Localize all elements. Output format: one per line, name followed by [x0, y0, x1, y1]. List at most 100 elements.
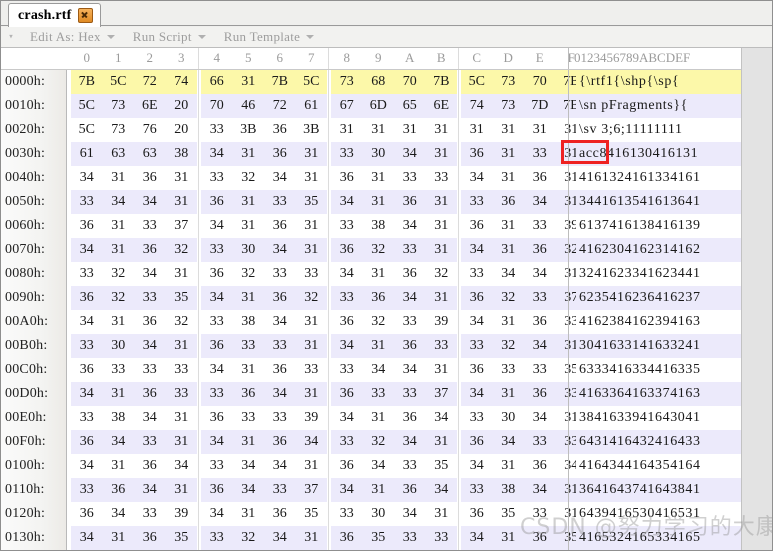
ascii-text[interactable]: 6333416334416335 — [576, 358, 742, 382]
hex-row[interactable]: 0060h: 36 31 33 37 34 31 36 31 33 38 34 31 36 31 33 39 61… — [1, 214, 772, 238]
hex-byte[interactable]: 36 — [461, 142, 493, 166]
hex-byte[interactable]: 31 — [295, 214, 327, 238]
hex-byte[interactable]: 33 — [394, 382, 426, 406]
hex-byte[interactable]: 31 — [362, 118, 394, 142]
hex-byte[interactable]: 76 — [134, 118, 166, 142]
hex-byte[interactable]: 34 — [201, 502, 233, 526]
hex-byte[interactable]: 36 — [331, 166, 363, 190]
hex-byte[interactable]: 31 — [102, 166, 134, 190]
hex-byte[interactable]: 36 — [331, 238, 363, 262]
hex-byte[interactable]: 36 — [201, 406, 233, 430]
hex-byte[interactable]: 31 — [295, 310, 327, 334]
ascii-text[interactable]: 4164344164354164 — [576, 454, 742, 478]
hex-byte[interactable]: 31 — [492, 310, 524, 334]
hex-byte[interactable]: 33 — [201, 310, 233, 334]
hex-byte[interactable]: 33 — [425, 526, 457, 550]
hex-byte[interactable]: 36 — [134, 310, 166, 334]
hex-byte[interactable]: 33 — [524, 286, 556, 310]
hex-row[interactable]: 0080h: 33 32 34 31 36 32 33 33 34 31 36 32 33 34 34 31 32… — [1, 262, 772, 286]
hex-byte[interactable]: 34 — [201, 286, 233, 310]
hex-byte[interactable]: 34 — [201, 142, 233, 166]
hex-byte[interactable]: 34 — [394, 142, 426, 166]
hex-byte[interactable]: 34 — [331, 334, 363, 358]
hex-byte[interactable]: 33 — [492, 358, 524, 382]
hex-byte[interactable]: 34 — [165, 454, 197, 478]
hex-byte[interactable]: 31 — [425, 214, 457, 238]
ascii-text[interactable]: 4162304162314162 — [576, 238, 742, 262]
hex-byte[interactable]: 36 — [134, 526, 166, 550]
hex-byte[interactable]: 31 — [295, 166, 327, 190]
hex-byte[interactable]: 33 — [425, 166, 457, 190]
hex-byte[interactable]: 34 — [102, 430, 134, 454]
hex-byte[interactable]: 31 — [165, 190, 197, 214]
hex-byte[interactable]: 34 — [232, 478, 264, 502]
hex-byte[interactable]: 33 — [134, 214, 166, 238]
hex-byte[interactable]: 35 — [295, 190, 327, 214]
hex-byte[interactable]: 31 — [524, 118, 556, 142]
hex-byte[interactable]: 34 — [134, 262, 166, 286]
hex-byte[interactable]: 34 — [264, 454, 296, 478]
hex-byte[interactable]: 36 — [394, 190, 426, 214]
ascii-text[interactable]: 3641643741643841 — [576, 478, 742, 502]
ascii-text[interactable]: 4162384162394163 — [576, 310, 742, 334]
hex-byte[interactable]: 33 — [461, 334, 493, 358]
hex-byte[interactable]: 36 — [201, 478, 233, 502]
hex-byte[interactable]: 34 — [492, 430, 524, 454]
hex-byte[interactable]: 34 — [524, 334, 556, 358]
hex-byte[interactable]: 5C — [71, 118, 103, 142]
hex-byte[interactable]: 6E — [425, 94, 457, 118]
hex-byte[interactable]: 34 — [71, 382, 103, 406]
hex-byte[interactable]: 33 — [461, 478, 493, 502]
hex-byte[interactable]: 31 — [232, 214, 264, 238]
hex-byte[interactable]: 37 — [165, 214, 197, 238]
run-script-dropdown[interactable]: Run Script — [124, 27, 215, 47]
ascii-text[interactable]: 3841633941643041 — [576, 406, 742, 430]
hex-byte[interactable]: 34 — [102, 190, 134, 214]
hex-byte[interactable]: 34 — [264, 382, 296, 406]
hex-byte[interactable]: 34 — [394, 214, 426, 238]
hex-byte[interactable]: 30 — [102, 334, 134, 358]
hex-byte[interactable]: 33 — [394, 454, 426, 478]
hex-byte[interactable]: 36 — [362, 286, 394, 310]
hex-byte[interactable]: 34 — [461, 166, 493, 190]
hex-byte[interactable]: 6E — [134, 94, 166, 118]
hex-byte[interactable]: 33 — [165, 358, 197, 382]
hex-byte[interactable]: 7B — [425, 70, 457, 94]
hex-byte[interactable]: 36 — [524, 526, 556, 550]
hex-byte[interactable]: 34 — [461, 454, 493, 478]
hex-row[interactable]: 0050h: 33 34 34 31 36 31 33 35 34 31 36 31 33 36 34 31 34… — [1, 190, 772, 214]
edit-as-hex-dropdown[interactable]: Edit As: Hex — [21, 27, 124, 47]
hex-byte[interactable]: 34 — [201, 358, 233, 382]
ascii-text[interactable]: 6137416138416139 — [576, 214, 742, 238]
hex-byte[interactable]: 33 — [295, 262, 327, 286]
hex-byte[interactable]: 33 — [295, 358, 327, 382]
hex-byte[interactable]: 36 — [331, 526, 363, 550]
hex-byte[interactable]: 30 — [232, 238, 264, 262]
hex-byte[interactable]: 33 — [264, 190, 296, 214]
hex-byte[interactable]: 31 — [362, 478, 394, 502]
hex-byte[interactable]: 31 — [232, 142, 264, 166]
hex-byte[interactable]: 33 — [425, 334, 457, 358]
hex-byte[interactable]: 31 — [362, 166, 394, 190]
hex-byte[interactable]: 73 — [492, 94, 524, 118]
hex-byte[interactable]: 34 — [362, 358, 394, 382]
vertical-scrollbar[interactable] — [741, 48, 772, 550]
hex-byte[interactable]: 65 — [394, 94, 426, 118]
hex-byte[interactable]: 31 — [165, 166, 197, 190]
hex-byte[interactable]: 39 — [295, 406, 327, 430]
hex-byte[interactable]: 36 — [461, 286, 493, 310]
hex-byte[interactable]: 33 — [232, 334, 264, 358]
hex-byte[interactable]: 35 — [295, 502, 327, 526]
hex-byte[interactable]: 38 — [492, 478, 524, 502]
hex-byte[interactable]: 36 — [134, 166, 166, 190]
hex-byte[interactable]: 32 — [362, 430, 394, 454]
hex-byte[interactable]: 33 — [264, 334, 296, 358]
hex-byte[interactable]: 33 — [524, 430, 556, 454]
hex-byte[interactable]: 34 — [264, 310, 296, 334]
hex-byte[interactable]: 31 — [165, 430, 197, 454]
hex-byte[interactable]: 33 — [201, 166, 233, 190]
hex-byte[interactable]: 34 — [201, 430, 233, 454]
hex-byte[interactable]: 36 — [394, 478, 426, 502]
hex-row[interactable]: 00A0h: 34 31 36 32 33 38 34 31 36 32 33 39 34 31 36 33 41… — [1, 310, 772, 334]
hex-byte[interactable]: 34 — [71, 310, 103, 334]
